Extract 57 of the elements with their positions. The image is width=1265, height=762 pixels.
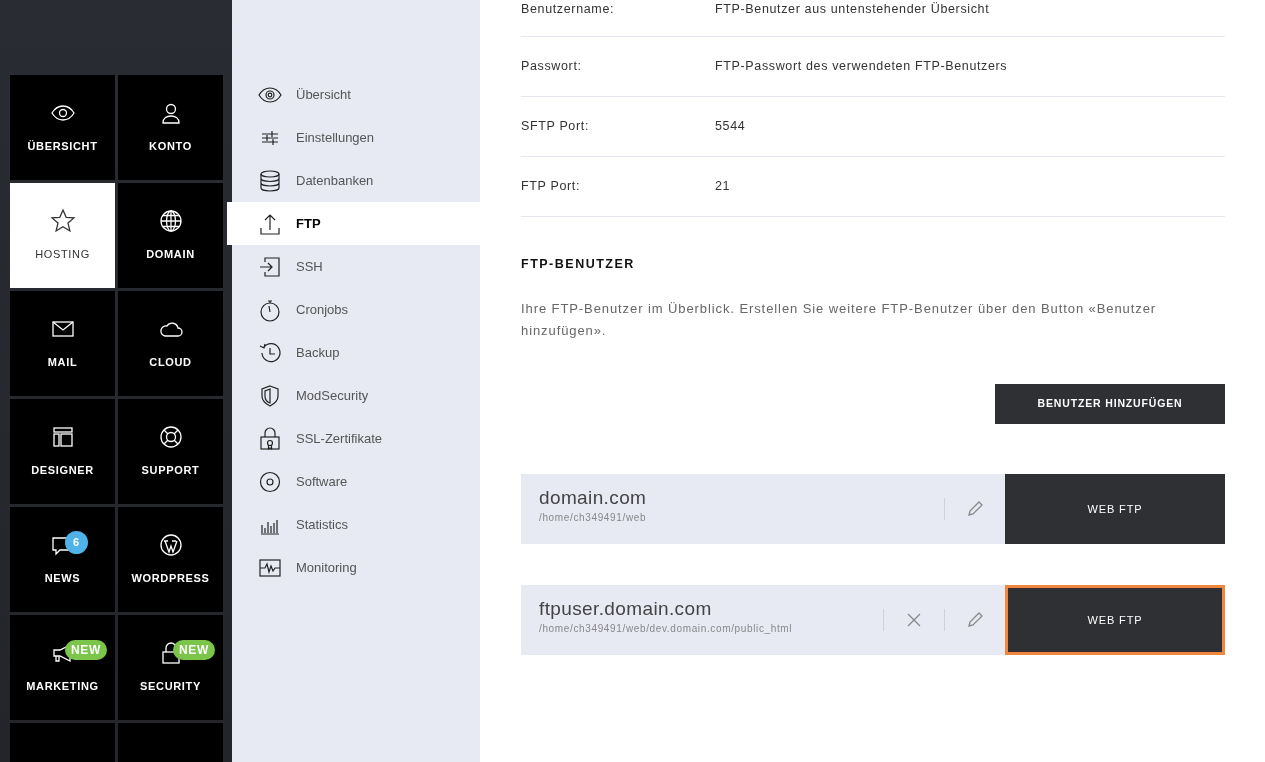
info-label: Benutzername: <box>521 1 616 18</box>
info-value: FTP-Benutzer aus untenstehender Übersicht <box>715 1 990 18</box>
sidebar-item[interactable]: Monitoring <box>232 546 480 589</box>
nav-tile[interactable]: 6 NEWS <box>10 507 115 612</box>
info-label: Passwort: <box>521 58 583 76</box>
user-path: /home/ch349491/web <box>539 510 648 525</box>
section-description: Ihre FTP-Benutzer im Überblick. Erstellen Sie weitere FTP-Benutzer über den Button «Benutzer hinzufügen». <box>521 299 1158 340</box>
sidebar-item[interactable]: Cronjobs <box>232 288 480 331</box>
new-badge: NEW <box>173 640 215 660</box>
sidebar-item[interactable]: SSH <box>232 245 480 288</box>
count-badge: 6 <box>65 531 88 554</box>
lifebuoy-icon <box>157 424 184 451</box>
user-name: domain.com <box>539 485 648 510</box>
web-ftp-button[interactable]: WEB FTP <box>1005 584 1225 655</box>
nav-tile[interactable]: DOMAIN <box>118 183 223 288</box>
info-label: SFTP Port: <box>521 118 590 136</box>
nav-tile[interactable]: NEW SECURITY <box>118 615 223 720</box>
sidebar-item[interactable]: Software <box>232 460 480 503</box>
sidebar-item[interactable]: Einstellungen <box>232 116 480 159</box>
sidebar-item[interactable]: Backup <box>232 331 480 374</box>
wordpress-icon <box>157 532 184 559</box>
nav-tile[interactable]: WORDPRESS <box>118 507 223 612</box>
sidebar-item[interactable]: Statistics <box>232 503 480 546</box>
stopwatch-icon <box>258 297 282 322</box>
pencil-icon <box>966 499 984 518</box>
web-ftp-button[interactable]: WEB FTP <box>1005 473 1225 544</box>
nav-tile[interactable]: CLOUD <box>118 291 223 396</box>
pencil-icon <box>966 610 984 629</box>
user-name: ftpuser.domain.com <box>539 596 713 621</box>
nav-tile[interactable]: KONTO <box>118 75 223 180</box>
nav-tile[interactable]: NEW MARKETING <box>10 615 115 720</box>
shield-icon <box>258 383 282 408</box>
new-badge: NEW <box>65 640 107 660</box>
globe-icon <box>157 208 184 235</box>
info-value: FTP-Passwort des verwendeten FTP-Benutzers <box>715 58 1008 76</box>
history-icon <box>258 340 282 365</box>
sidebar-item[interactable]: Übersicht <box>232 73 480 116</box>
sidebar-item[interactable]: Datenbanken <box>232 159 480 202</box>
sidebar-item[interactable]: FTP <box>227 202 480 245</box>
nav-tile[interactable]: SUPPORT <box>118 399 223 504</box>
section-heading: FTP-BENUTZER <box>521 256 636 273</box>
sidebar-item[interactable]: ModSecurity <box>232 374 480 417</box>
add-user-button[interactable]: BENUTZER HINZUFÜGEN <box>995 383 1225 424</box>
nav-tile[interactable]: HOSTING <box>10 183 115 288</box>
sidebar-item[interactable]: SSL-Zertifikate <box>232 417 480 460</box>
nav-tile[interactable]: DESIGNER <box>10 399 115 504</box>
nav-tile[interactable]: MAIL <box>10 291 115 396</box>
star-icon <box>49 208 76 235</box>
database-icon <box>258 168 282 193</box>
disc-icon <box>258 469 282 494</box>
certificate-lock-icon <box>258 426 282 451</box>
info-value: 21 <box>715 178 731 196</box>
info-label: FTP Port: <box>521 178 581 196</box>
info-value: 5544 <box>715 118 746 136</box>
nav-tile[interactable]: ÜBERSICHT <box>10 75 115 180</box>
user-path: /home/ch349491/web/dev.domain.com/public_html <box>539 621 794 636</box>
sign-in-icon <box>258 254 282 279</box>
